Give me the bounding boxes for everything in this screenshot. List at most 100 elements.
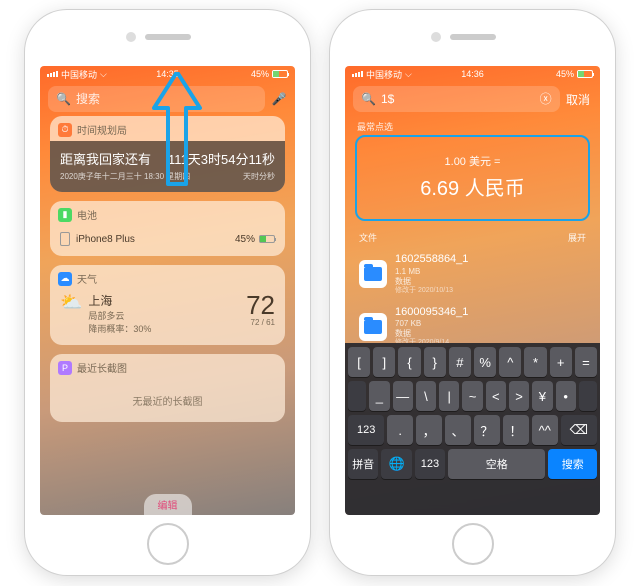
key-123[interactable]: 123 [415,449,445,479]
countdown-date: 2020庚子年十二月三十 18:30 星期四 [60,171,190,182]
key[interactable]: • [556,381,576,411]
mini-battery-icon [259,235,275,243]
file-name: 1602558864_1 [395,253,468,267]
key-pinyin[interactable]: 拼音 [348,449,378,479]
screen-left: 中国移动 ⌵ 14:35 45% 🔍 🎤 ⏱ 时间规划局 [40,66,295,515]
conversion-result[interactable]: 1.00 美元 = 6.69 人民币 [355,135,590,221]
key[interactable]: ¥ [532,381,552,411]
clock: 14:36 [461,69,484,79]
countdown-title: 距离我回家还有 [60,149,151,168]
widget-weather[interactable]: ☁ 天气 ⛅ 上海 局部多云 降雨概率：30% 72 72 / 61 [50,265,285,345]
key[interactable]: — [393,381,413,411]
speaker-slot [450,34,496,40]
conversion-from: 1.00 美元 = [357,153,588,169]
front-camera [431,32,441,42]
device-pct: 45% [235,234,255,245]
phone-mockup-left: 中国移动 ⌵ 14:35 45% 🔍 🎤 ⏱ 时间规划局 [25,10,310,575]
carrier-label: 中国移动 [366,68,402,81]
conversion-to: 6.69 人民币 [357,172,588,201]
key[interactable]: = [575,347,597,377]
key-backspace[interactable]: ⌫ [561,415,597,445]
spotlight-search[interactable]: 🔍 🎤 [48,86,287,112]
device-name: iPhone8 Plus [76,234,135,245]
key[interactable]: ^^ [532,415,558,445]
edit-button[interactable]: 编辑 [144,494,192,515]
file-result[interactable]: 1602558864_1 1.1 MB 数据 修改于 2020/10/13 [345,248,600,301]
battery-widget-icon: ▮ [58,208,72,222]
key[interactable]: ~ [462,381,482,411]
countdown-app-name: 时间规划局 [77,122,127,137]
spotlight-search[interactable]: 🔍 ⓧ 取消 [353,86,592,112]
key[interactable]: ] [373,347,395,377]
key-space[interactable]: 空格 [448,449,545,479]
home-button[interactable] [452,523,494,565]
key-shift[interactable]: 123 [348,415,384,445]
front-camera [126,32,136,42]
screenshot-title: 最近长截图 [77,360,127,375]
signal-icon [47,71,58,77]
keyboard[interactable]: []{}#%^*+= _—\|~<>¥• 123 .，、？！^^ ⌫ 拼音 🌐 … [345,343,600,515]
key[interactable]: * [524,347,546,377]
weather-city: 上海 [88,292,151,309]
battery-pct: 45% [556,69,574,79]
battery-icon [272,70,288,78]
key[interactable]: > [509,381,529,411]
key[interactable]: < [486,381,506,411]
folder-icon [359,313,387,341]
phone-mockup-right: 中国移动 ⌵ 14:36 45% 🔍 ⓧ 取消 最常点选 1.00 美元 = 6… [330,10,615,575]
key[interactable]: ， [416,415,442,445]
weather-app-icon: ☁ [58,272,72,286]
key[interactable]: ^ [499,347,521,377]
widget-countdown[interactable]: ⏱ 时间规划局 距离我回家还有 111天3时54分11秒 2020庚子年十二月三… [50,116,285,192]
key-blank[interactable] [348,381,366,411]
battery-icon [577,70,593,78]
key[interactable]: ？ [474,415,500,445]
key-blank[interactable] [579,381,597,411]
key[interactable]: 、 [445,415,471,445]
search-icon: 🔍 [56,92,71,106]
carrier-label: 中国移动 [61,68,97,81]
file-modified: 修改于 2020/10/13 [395,287,468,296]
key[interactable]: [ [348,347,370,377]
key-search[interactable]: 搜索 [548,449,597,479]
battery-pct: 45% [251,69,269,79]
home-button[interactable] [147,523,189,565]
countdown-app-icon: ⏱ [58,123,72,137]
key[interactable]: _ [369,381,389,411]
key[interactable]: % [474,347,496,377]
mic-icon[interactable]: 🎤 [271,91,287,107]
search-input[interactable] [381,92,534,106]
key[interactable]: | [439,381,459,411]
key[interactable]: \ [416,381,436,411]
search-input[interactable] [76,92,257,106]
weather-temp: 72 [246,292,275,318]
speaker-slot [145,34,191,40]
key-globe[interactable]: 🌐 [381,449,411,479]
key[interactable]: ！ [503,415,529,445]
device-icon [60,232,70,246]
top-hits-label: 最常点选 [345,116,600,135]
file-name: 1600095346_1 [395,306,468,320]
battery-title: 电池 [77,207,97,222]
countdown-units: 天时分秒 [243,171,275,182]
files-expand[interactable]: 展开 [568,231,586,244]
files-section-title: 文件 [359,231,377,244]
key[interactable]: + [550,347,572,377]
widget-battery[interactable]: ▮ 电池 iPhone8 Plus 45% [50,201,285,256]
status-bar: 中国移动 ⌵ 14:35 45% [40,66,295,82]
key[interactable]: } [424,347,446,377]
weather-title: 天气 [77,271,97,286]
clear-icon[interactable]: ⓧ [539,91,552,107]
widget-screenshot[interactable]: P 最近长截图 无最近的长截图 [50,354,285,422]
weather-icon: ⛅ [60,292,82,313]
cancel-button[interactable]: 取消 [566,91,592,108]
key[interactable]: { [398,347,420,377]
signal-icon [352,71,363,77]
key[interactable]: # [449,347,471,377]
screen-right: 中国移动 ⌵ 14:36 45% 🔍 ⓧ 取消 最常点选 1.00 美元 = 6… [345,66,600,515]
clock: 14:35 [156,69,179,79]
weather-cond: 局部多云 [88,309,151,322]
screenshot-app-icon: P [58,361,72,375]
key[interactable]: . [387,415,413,445]
screenshot-empty: 无最近的长截图 [50,379,285,422]
